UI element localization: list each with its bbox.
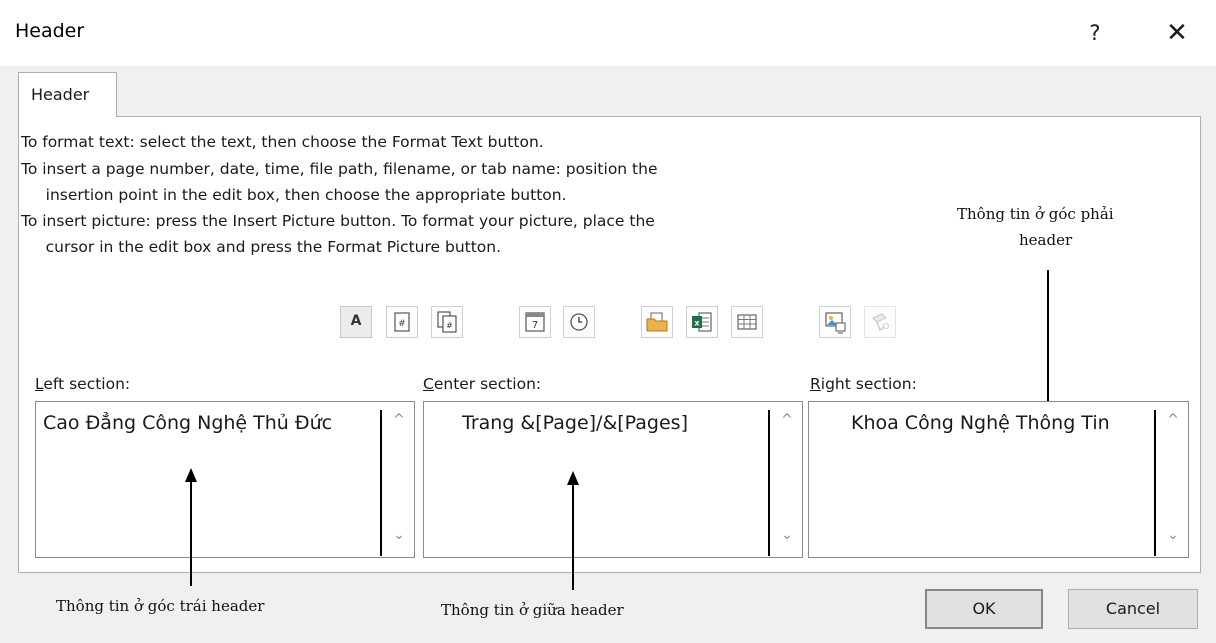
- clock-icon: [570, 313, 588, 331]
- center-section-text: Trang &[Page]/&[Pages]: [462, 412, 688, 434]
- svg-text:#: #: [446, 321, 453, 330]
- dialog-title: Header: [15, 20, 85, 42]
- insert-picture-button[interactable]: [819, 306, 851, 338]
- instruction-line: cursor in the edit box and press the For…: [21, 238, 502, 256]
- arrow-head-up: [567, 471, 579, 485]
- annotation-arrow-center: [572, 484, 574, 590]
- sheet-tab-icon: [737, 314, 757, 330]
- center-section-scrollbar[interactable]: ^ ⌄: [772, 402, 802, 557]
- right-section-editbox[interactable]: Khoa Công Nghệ Thông Tin ^ ⌄: [808, 401, 1189, 558]
- format-text-icon: A: [350, 313, 362, 329]
- left-section-label: Left section:: [35, 375, 130, 393]
- center-section-editbox[interactable]: Trang &[Page]/&[Pages] ^ ⌄: [423, 401, 803, 558]
- number-of-pages-icon: #: [437, 311, 457, 333]
- instruction-line: To insert a page number, date, time, fil…: [21, 160, 658, 178]
- instruction-line: insertion point in the edit box, then ch…: [21, 186, 567, 204]
- svg-text:7: 7: [532, 320, 538, 331]
- annotation-arrow-left: [190, 481, 192, 586]
- insert-page-number-button[interactable]: #: [386, 306, 418, 338]
- instruction-line: To insert picture: press the Insert Pict…: [21, 212, 655, 230]
- right-section-label: Right section:: [810, 375, 917, 393]
- insert-sheet-name-button[interactable]: [731, 306, 763, 338]
- format-picture-button[interactable]: [864, 306, 896, 338]
- right-section-accesskey: R: [810, 375, 821, 393]
- text-caret: [1154, 410, 1156, 556]
- insert-number-of-pages-button[interactable]: #: [431, 306, 463, 338]
- tab-header-label: Header: [31, 85, 90, 104]
- insert-date-button[interactable]: 7: [519, 306, 551, 338]
- cancel-button[interactable]: Cancel: [1068, 589, 1198, 629]
- left-section-text: Cao Đẳng Công Nghệ Thủ Đức: [43, 412, 333, 434]
- format-text-button[interactable]: A: [340, 306, 372, 338]
- center-section-label: Center section:: [423, 375, 541, 393]
- left-section-label-text: eft section:: [43, 375, 131, 393]
- help-button[interactable]: ?: [1080, 18, 1110, 48]
- text-caret: [768, 410, 770, 556]
- scroll-up-icon[interactable]: ^: [1158, 412, 1188, 436]
- text-caret: [380, 410, 382, 556]
- annotation-right-line2: header: [1019, 231, 1073, 249]
- instruction-line: To format text: select the text, then ch…: [21, 133, 544, 151]
- tab-header[interactable]: Header: [18, 72, 117, 117]
- annotation-center: Thông tin ở giữa header: [441, 601, 624, 619]
- scroll-down-icon[interactable]: ⌄: [384, 527, 414, 551]
- right-section-label-text: ight section:: [820, 375, 917, 393]
- svg-text:x: x: [694, 319, 700, 328]
- close-button[interactable]: ✕: [1157, 16, 1197, 50]
- excel-file-icon: x: [692, 312, 712, 332]
- scroll-up-icon[interactable]: ^: [384, 412, 414, 436]
- title-bar: Header ? ✕: [0, 0, 1216, 66]
- annotation-arrow-right: [1047, 270, 1049, 420]
- center-section-label-text: enter section:: [433, 375, 542, 393]
- arrow-head-up: [185, 468, 197, 482]
- scroll-down-icon[interactable]: ⌄: [1158, 527, 1188, 551]
- scroll-up-icon[interactable]: ^: [772, 412, 802, 436]
- format-picture-icon: [872, 313, 889, 331]
- right-section-scrollbar[interactable]: ^ ⌄: [1158, 402, 1188, 557]
- scroll-down-icon[interactable]: ⌄: [772, 527, 802, 551]
- insert-file-path-button[interactable]: [641, 306, 673, 338]
- annotation-right-line1: Thông tin ở góc phải: [957, 205, 1114, 223]
- insert-time-button[interactable]: [563, 306, 595, 338]
- right-section-text: Khoa Công Nghệ Thông Tin: [851, 412, 1110, 434]
- picture-icon: [825, 312, 846, 334]
- insert-file-name-button[interactable]: x: [686, 306, 718, 338]
- page-number-icon: #: [394, 312, 410, 332]
- annotation-left: Thông tin ở góc trái header: [56, 597, 265, 615]
- svg-text:#: #: [398, 319, 406, 329]
- left-section-editbox[interactable]: Cao Đẳng Công Nghệ Thủ Đức ^ ⌄: [35, 401, 415, 558]
- folder-icon: [646, 312, 668, 332]
- calendar-icon: 7: [525, 312, 545, 332]
- center-section-accesskey: C: [423, 375, 434, 393]
- left-section-scrollbar[interactable]: ^ ⌄: [384, 402, 414, 557]
- ok-button[interactable]: OK: [925, 589, 1043, 629]
